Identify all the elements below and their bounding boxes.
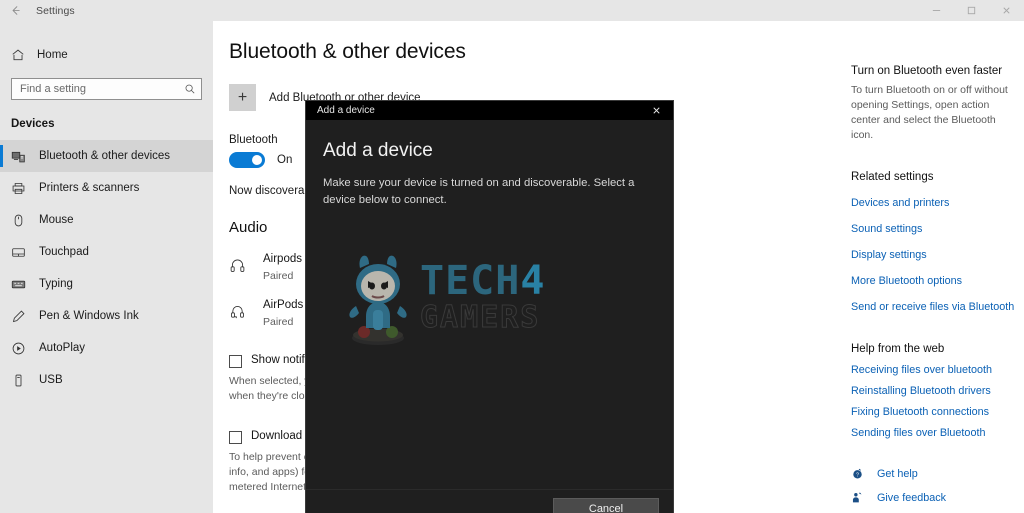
mouse-icon	[11, 211, 35, 229]
sidebar-item-label: AutoPlay	[39, 342, 86, 354]
right-info-pane: Turn on Bluetooth even faster To turn Bl…	[840, 21, 1024, 513]
related-link-devices-and-printers[interactable]: Devices and printers	[851, 197, 1024, 209]
right-pane-footer: ? Get help Give feedback	[851, 467, 1024, 504]
related-link-sound-settings[interactable]: Sound settings	[851, 223, 1024, 235]
help-link-fixing-connections[interactable]: Fixing Bluetooth connections	[851, 406, 1024, 418]
watermark-four: 4	[520, 258, 546, 304]
help-icon: ?	[851, 467, 871, 480]
back-arrow-icon[interactable]	[0, 0, 30, 21]
tip-heading: Turn on Bluetooth even faster	[851, 65, 1003, 77]
tip-body: To turn Bluetooth on or off without open…	[851, 84, 1008, 141]
toggle-knob	[252, 155, 262, 165]
keyboard-icon	[11, 275, 35, 293]
bluetooth-devices-icon	[11, 147, 35, 165]
plus-icon: +	[229, 84, 256, 111]
window-titlebar: Settings	[0, 0, 1024, 21]
sidebar-item-label: Mouse	[39, 214, 74, 226]
sidebar-item-label: Touchpad	[39, 246, 89, 258]
page-title: Bluetooth & other devices	[229, 40, 466, 63]
bluetooth-toggle[interactable]	[229, 152, 265, 168]
sidebar-item-label: Typing	[39, 278, 73, 290]
related-link-send-receive-files[interactable]: Send or receive files via Bluetooth	[851, 301, 1024, 313]
related-link-more-bluetooth-options[interactable]: More Bluetooth options	[851, 275, 1024, 287]
home-icon	[11, 48, 33, 62]
sidebar-item-label: Pen & Windows Ink	[39, 310, 139, 322]
sidebar-item-bluetooth-other-devices[interactable]: Bluetooth & other devices	[0, 140, 213, 172]
search-icon	[179, 83, 201, 95]
dialog-heading: Add a device	[323, 140, 433, 161]
sidebar: Home Devices Bl	[0, 21, 213, 513]
sidebar-nav-list: Bluetooth & other devices Printers & sca…	[0, 140, 213, 396]
sidebar-section-label: Devices	[11, 118, 55, 130]
cancel-button[interactable]: Cancel	[553, 498, 659, 513]
help-link-reinstalling-drivers[interactable]: Reinstalling Bluetooth drivers	[851, 385, 1024, 397]
touchpad-icon	[11, 243, 35, 261]
give-feedback-link[interactable]: Give feedback	[851, 491, 1024, 504]
autoplay-icon	[11, 339, 35, 357]
mascot-icon	[349, 255, 407, 345]
sidebar-item-printers-scanners[interactable]: Printers & scanners	[0, 172, 213, 204]
watermark-tech: TECH	[420, 258, 521, 304]
sidebar-item-label: USB	[39, 374, 63, 386]
sidebar-item-typing[interactable]: Typing	[0, 268, 213, 300]
sidebar-item-pen-windows-ink[interactable]: Pen & Windows Ink	[0, 300, 213, 332]
watermark-text: TECH4 GAMERS	[419, 261, 545, 335]
search-input[interactable]	[12, 83, 179, 95]
dialog-body: Add a device Make sure your device is tu…	[306, 140, 673, 513]
headset-icon	[229, 300, 255, 324]
give-feedback-label: Give feedback	[877, 491, 947, 504]
help-from-web-heading: Help from the web	[851, 343, 945, 355]
sidebar-item-label: Printers & scanners	[39, 182, 140, 194]
sidebar-item-usb[interactable]: USB	[0, 364, 213, 396]
bluetooth-toggle-state: On	[277, 154, 293, 166]
headphones-icon	[229, 254, 255, 278]
maximize-button[interactable]	[954, 0, 989, 21]
related-settings-heading: Related settings	[851, 171, 934, 183]
window-title: Settings	[36, 4, 75, 17]
sidebar-item-autoplay[interactable]: AutoPlay	[0, 332, 213, 364]
sidebar-item-touchpad[interactable]: Touchpad	[0, 236, 213, 268]
watermark-bottom-line: GAMERS	[419, 300, 541, 335]
minimize-button[interactable]	[919, 0, 954, 21]
svg-text:?: ?	[856, 472, 859, 478]
download-metered-checkbox[interactable]	[229, 431, 242, 444]
search-box[interactable]	[11, 78, 202, 100]
settings-window: Settings Home Find a setting Devices Blu…	[0, 0, 1024, 513]
usb-icon	[11, 371, 35, 389]
watermark: TECH4 GAMERS	[342, 240, 672, 355]
close-icon[interactable]	[639, 101, 673, 120]
sidebar-item-mouse[interactable]: Mouse	[0, 204, 213, 236]
dialog-footer: Cancel	[306, 489, 673, 513]
sidebar-item-home[interactable]: Home	[0, 42, 213, 68]
related-link-display-settings[interactable]: Display settings	[851, 249, 1024, 261]
feedback-icon	[851, 491, 871, 504]
printer-icon	[11, 179, 35, 197]
get-help-label: Get help	[877, 467, 918, 480]
dialog-titlebar: Add a device	[306, 101, 673, 120]
watermark-top-line: TECH4	[420, 261, 545, 301]
add-device-dialog: Add a device Add a device Make sure your…	[306, 101, 673, 513]
get-help-link[interactable]: ? Get help	[851, 467, 1024, 480]
close-button[interactable]	[989, 0, 1024, 21]
dialog-titlebar-text: Add a device	[317, 105, 375, 116]
help-link-receiving-files[interactable]: Receiving files over bluetooth	[851, 364, 1024, 376]
show-notifications-checkbox[interactable]	[229, 355, 242, 368]
sidebar-home-label: Home	[37, 49, 68, 61]
sidebar-item-label: Bluetooth & other devices	[39, 150, 171, 162]
help-link-sending-files[interactable]: Sending files over Bluetooth	[851, 427, 1024, 439]
dialog-body-text: Make sure your device is turned on and d…	[323, 177, 635, 206]
pen-icon	[11, 307, 35, 325]
